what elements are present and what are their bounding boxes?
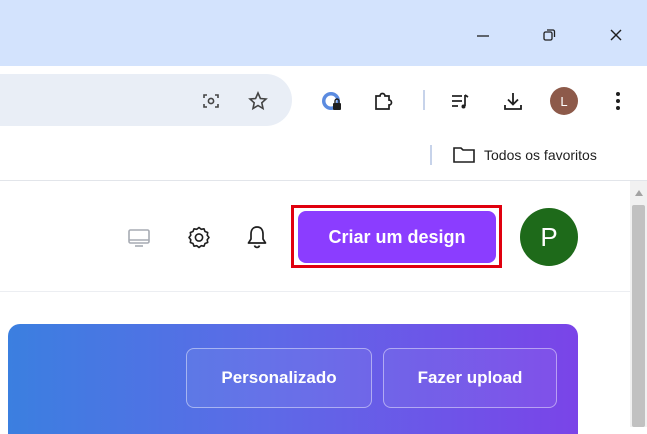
profile-initial: L (560, 93, 568, 109)
all-bookmarks-label: Todos os favoritos (484, 147, 597, 163)
media-queue-icon[interactable] (446, 87, 474, 115)
toolbar-divider (423, 90, 425, 110)
account-initial: P (540, 221, 558, 252)
upload-label: Fazer upload (417, 368, 523, 387)
custom-size-label: Personalizado (221, 368, 337, 387)
scrollbar-thumb[interactable] (632, 205, 645, 427)
account-avatar[interactable]: P (520, 208, 578, 266)
lens-search-icon[interactable] (198, 88, 224, 114)
all-bookmarks-folder[interactable]: Todos os favoritos (452, 142, 597, 168)
minimize-button[interactable] (468, 22, 498, 48)
folder-icon (453, 147, 475, 163)
custom-size-button[interactable]: Personalizado (186, 348, 372, 408)
create-design-label: Criar um design (328, 226, 466, 247)
extension-lock-icon[interactable] (318, 87, 346, 115)
restore-button[interactable] (534, 22, 564, 48)
bookmarks-divider (430, 145, 432, 165)
create-design-button[interactable]: Criar um design (298, 211, 496, 263)
profile-avatar[interactable]: L (550, 87, 578, 115)
close-icon (610, 29, 622, 41)
restore-icon (543, 29, 556, 41)
desktop-app-icon[interactable] (124, 224, 154, 252)
extensions-puzzle-icon[interactable] (369, 87, 397, 115)
minimize-icon (477, 35, 489, 37)
more-menu-icon[interactable] (604, 87, 632, 115)
settings-gear-icon[interactable] (184, 223, 214, 253)
download-icon[interactable] (499, 87, 527, 115)
bookmark-star-icon[interactable] (245, 88, 271, 114)
upload-button[interactable]: Fazer upload (383, 348, 557, 408)
notifications-bell-icon[interactable] (242, 222, 272, 252)
close-window-button[interactable] (601, 22, 631, 48)
scroll-up-arrow-icon[interactable] (631, 186, 646, 200)
